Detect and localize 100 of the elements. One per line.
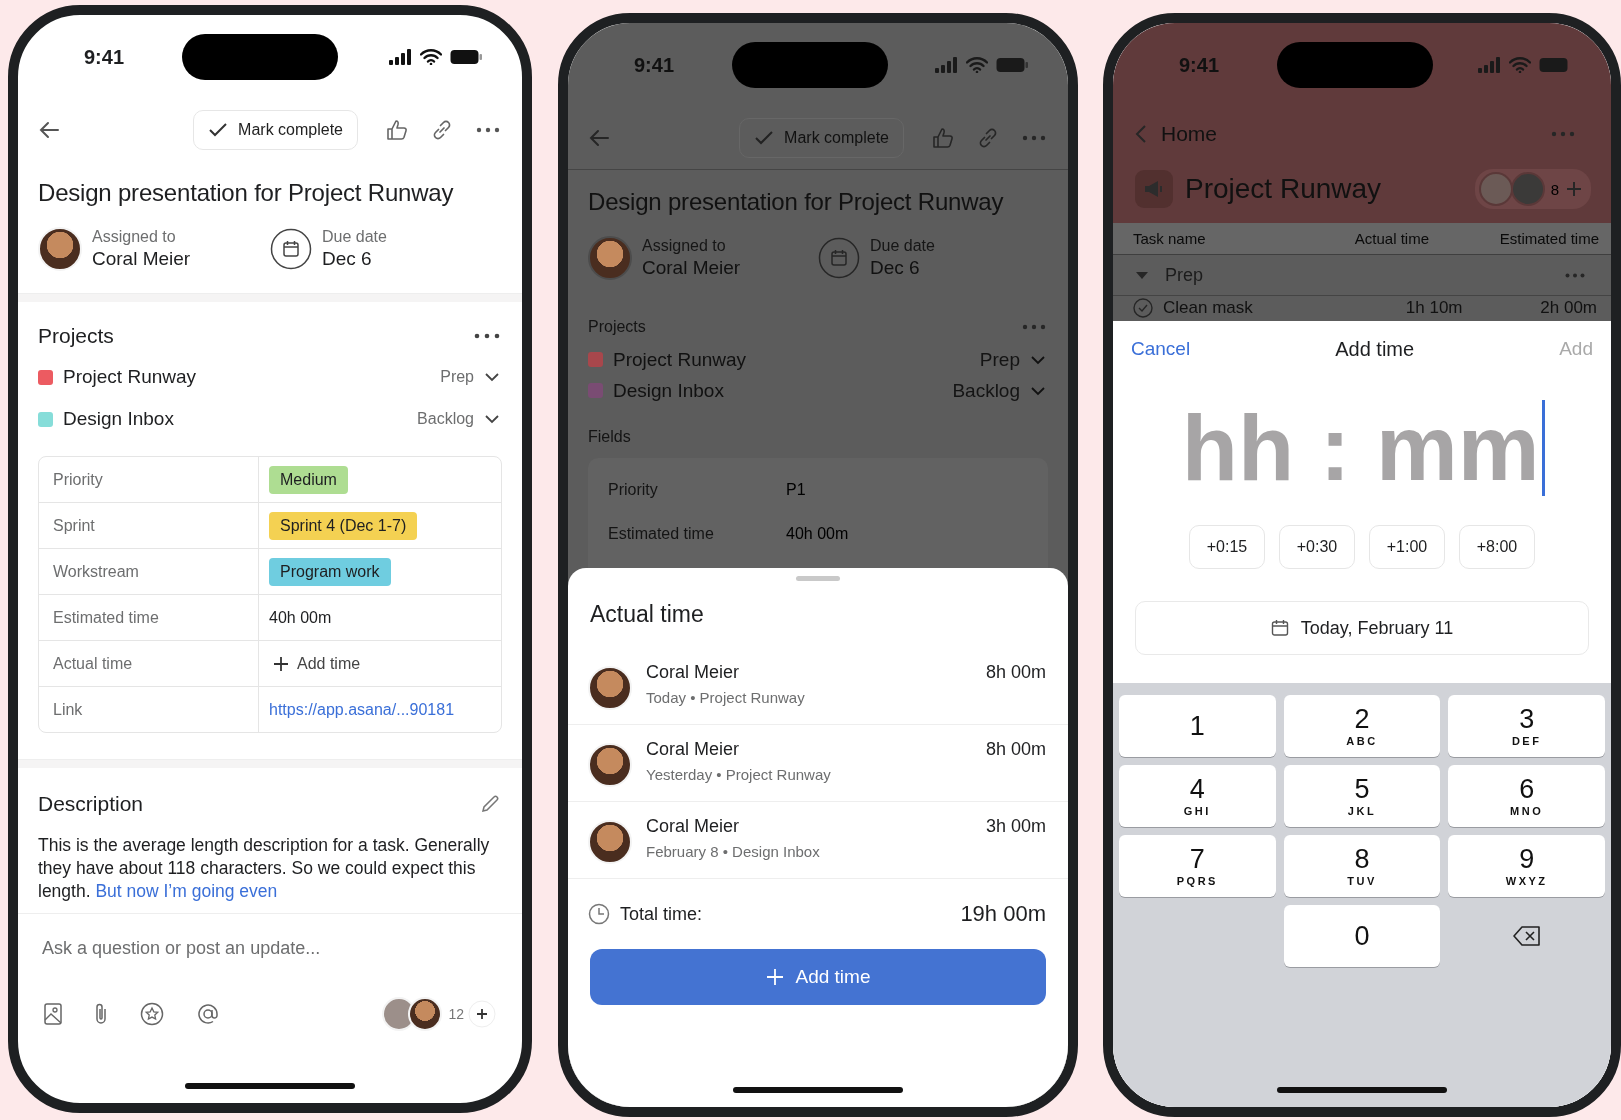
description-link[interactable]: But now I’m going even bbox=[95, 881, 278, 901]
due-date[interactable]: Dec 6 bbox=[322, 248, 387, 270]
thumbs-up-icon[interactable] bbox=[932, 127, 954, 149]
quick-add-button[interactable]: +1:00 bbox=[1369, 525, 1445, 569]
avatar bbox=[588, 666, 632, 710]
entry-name: Coral Meier bbox=[646, 739, 741, 760]
keypad-key[interactable]: 9 WXYZ bbox=[1448, 835, 1605, 897]
section-dropdown[interactable]: Prep bbox=[440, 368, 500, 386]
keypad-key[interactable]: 8 TUV bbox=[1283, 835, 1441, 897]
field-tag[interactable]: Program work bbox=[269, 557, 391, 586]
signal-icon bbox=[1477, 57, 1501, 73]
avatar bbox=[408, 997, 443, 1031]
calendar-icon bbox=[270, 228, 312, 270]
thumbs-up-icon[interactable] bbox=[386, 119, 408, 141]
avatar bbox=[588, 743, 632, 787]
plus-icon bbox=[765, 968, 784, 986]
field-tag[interactable]: Sprint 4 (Dec 1-7) bbox=[269, 511, 418, 540]
check-circle-icon[interactable] bbox=[1133, 298, 1153, 319]
mark-complete-button[interactable]: Mark complete bbox=[193, 110, 358, 150]
star-circle-icon[interactable] bbox=[140, 1002, 164, 1026]
keypad-key[interactable]: 4 GHI bbox=[1119, 765, 1276, 827]
entry-duration: 3h 00m bbox=[985, 816, 1046, 837]
entry-duration: 8h 00m bbox=[985, 662, 1046, 683]
total-value: 19h 00m bbox=[960, 901, 1046, 927]
backspace-icon[interactable] bbox=[1512, 926, 1541, 946]
assignee-label: Assigned to bbox=[92, 228, 177, 246]
battery-icon bbox=[450, 49, 482, 65]
status-time: 9:41 bbox=[634, 53, 676, 77]
total-label: Total time: bbox=[620, 903, 703, 925]
table-cell-text: 1h 10m bbox=[1404, 298, 1463, 319]
quick-add-button[interactable]: +0:15 bbox=[1189, 525, 1265, 569]
entry-duration: 8h 00m bbox=[985, 739, 1046, 760]
project-name[interactable]: Project Runway bbox=[63, 366, 197, 388]
paperclip-icon[interactable] bbox=[94, 1002, 108, 1026]
field-label: Link bbox=[39, 687, 259, 732]
assignee-name[interactable]: Coral Meier bbox=[92, 248, 191, 270]
keypad-key[interactable]: 3 DEF bbox=[1448, 695, 1605, 757]
field-label: Workstream bbox=[39, 549, 259, 594]
chevron-down-icon bbox=[1030, 354, 1046, 365]
calendar-icon bbox=[818, 237, 860, 279]
section-heading: Projects bbox=[38, 324, 114, 348]
field-link[interactable]: https://app.asana/...90181 bbox=[269, 700, 455, 719]
follower-count[interactable]: 12 bbox=[448, 1006, 464, 1022]
field-label: Priority bbox=[39, 457, 259, 502]
time-field[interactable]: hh : mm bbox=[1153, 383, 1571, 513]
entry-name: Coral Meier bbox=[646, 816, 741, 837]
section-name: Prep bbox=[1165, 264, 1204, 286]
description-text: This is the average length description for a task. Generally they have about 118 characters. So we could expect this length. But now I’m going even bbox=[38, 834, 491, 903]
avatar bbox=[588, 236, 632, 280]
add-time-button[interactable]: Add time bbox=[590, 949, 1046, 1005]
keypad-key[interactable]: 1 bbox=[1119, 695, 1276, 757]
battery-icon bbox=[996, 57, 1028, 73]
back-arrow-icon[interactable] bbox=[38, 121, 60, 139]
due-date-label: Due date bbox=[322, 228, 387, 246]
keypad-key[interactable]: 7 PQRS bbox=[1119, 835, 1276, 897]
more-icon[interactable] bbox=[476, 127, 500, 133]
status-time: 9:41 bbox=[1179, 53, 1221, 77]
plus-icon bbox=[273, 655, 289, 672]
field-label: Priority bbox=[608, 481, 659, 499]
cancel-button[interactable]: Cancel bbox=[1131, 338, 1191, 360]
field-label: Actual time bbox=[39, 641, 259, 686]
quick-add-button[interactable]: +8:00 bbox=[1459, 525, 1535, 569]
date-button[interactable]: Today, February 11 bbox=[1135, 601, 1589, 655]
chevron-down-icon bbox=[484, 372, 500, 382]
keypad-key[interactable]: 0 bbox=[1283, 905, 1441, 967]
entry-meta: Today • Project Runway bbox=[646, 689, 805, 706]
at-sign-icon[interactable] bbox=[196, 1002, 220, 1026]
entry-meta: Yesterday • Project Runway bbox=[646, 766, 831, 783]
sheet-handle[interactable] bbox=[796, 576, 840, 581]
field-label: Estimated time bbox=[608, 525, 715, 543]
avatar bbox=[1510, 172, 1545, 206]
image-icon[interactable] bbox=[44, 1003, 62, 1025]
field-value: P1 bbox=[786, 481, 806, 499]
pencil-icon[interactable] bbox=[480, 794, 500, 814]
megaphone-icon bbox=[1135, 170, 1173, 208]
entry-meta: February 8 • Design Inbox bbox=[646, 843, 820, 860]
field-label: Estimated time bbox=[39, 595, 259, 640]
chevron-down-icon bbox=[484, 414, 500, 424]
project-name[interactable]: Design Inbox bbox=[63, 408, 174, 430]
sheet-title: Add time bbox=[1335, 337, 1415, 361]
section-heading: Projects bbox=[588, 318, 646, 336]
clock-icon bbox=[588, 903, 610, 925]
caret-icon[interactable] bbox=[1135, 270, 1149, 281]
keypad-key[interactable]: 6 MNO bbox=[1448, 765, 1605, 827]
task-title: Design presentation for Project Runway bbox=[38, 179, 455, 207]
member-count: 8 bbox=[1550, 180, 1559, 198]
wifi-icon bbox=[1509, 57, 1531, 73]
avatar bbox=[588, 820, 632, 864]
field-tag[interactable]: Medium bbox=[269, 465, 348, 494]
quick-add-button[interactable]: +0:30 bbox=[1279, 525, 1355, 569]
task-title: Design presentation for Project Runway bbox=[588, 188, 1005, 216]
keypad-key[interactable]: 2 ABC bbox=[1283, 695, 1441, 757]
keypad-key[interactable]: 5 JKL bbox=[1283, 765, 1441, 827]
sheet-title: Actual time bbox=[589, 600, 705, 629]
add-time-button[interactable]: Add time bbox=[269, 654, 365, 673]
more-icon[interactable] bbox=[474, 333, 500, 339]
calendar-icon bbox=[1270, 619, 1289, 637]
battery-icon bbox=[1539, 57, 1571, 73]
chevron-down-icon bbox=[1030, 385, 1046, 396]
section-dropdown[interactable]: Backlog bbox=[417, 410, 500, 428]
